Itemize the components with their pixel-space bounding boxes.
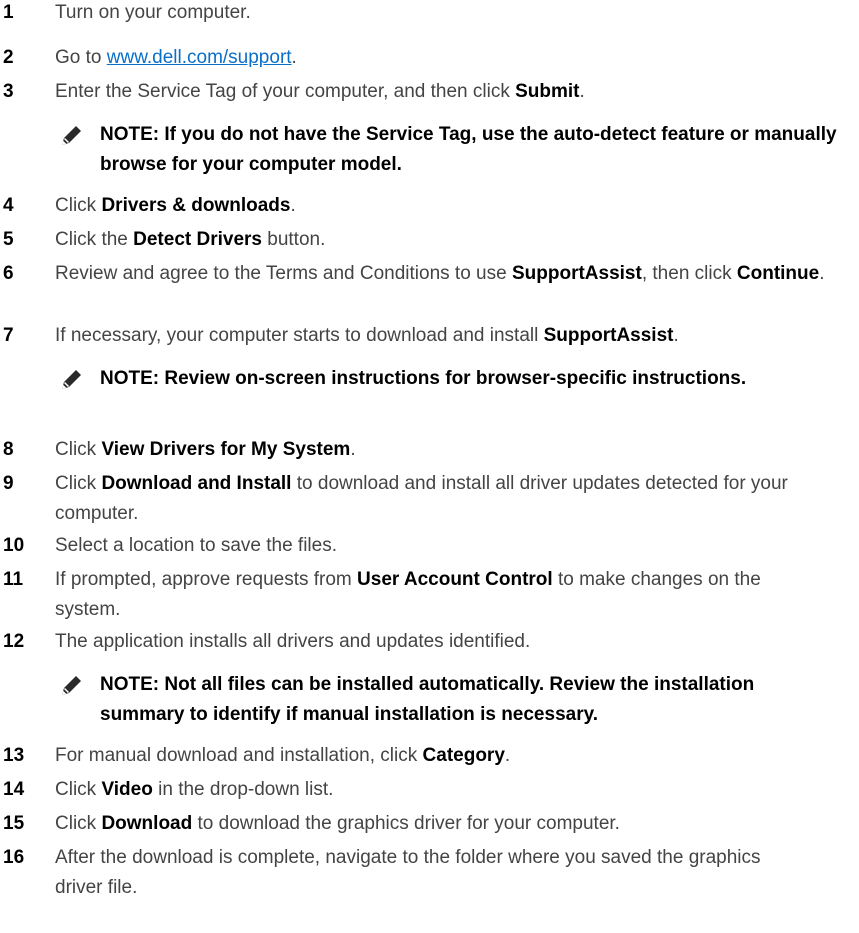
step-text-run: . <box>290 195 296 216</box>
note-pencil-icon <box>62 126 81 145</box>
step-text-run: Review and agree to the Terms and Condit… <box>55 263 512 284</box>
step-text-run: Select a location to save the files. <box>55 535 337 556</box>
ui-term: Submit <box>515 81 580 102</box>
step-text-run: Click <box>55 473 102 494</box>
step-text: Go to www.dell.com/support. <box>55 43 839 73</box>
ui-term: Detect Drivers <box>133 229 262 250</box>
step-text-run: Go to <box>55 47 107 68</box>
step-text-run: For manual download and installation, cl… <box>55 745 423 766</box>
note-pencil-icon <box>62 370 81 389</box>
step-text: After the download is complete, navigate… <box>55 843 789 903</box>
step-text-run: Click <box>55 779 102 800</box>
step-text: For manual download and installation, cl… <box>55 741 839 771</box>
step-text: Enter the Service Tag of your computer, … <box>55 77 839 107</box>
note-text: NOTE: Review on-screen instructions for … <box>100 368 747 389</box>
step-text: Click the Detect Drivers button. <box>55 225 839 255</box>
step-text-run: . <box>504 745 511 766</box>
step-text-run: . <box>291 47 297 68</box>
step-number: 15 <box>3 813 25 834</box>
step-number: 8 <box>3 439 14 460</box>
step-text-run: After the download is complete, navigate… <box>55 847 761 898</box>
ui-term: Download and Install <box>101 473 292 494</box>
ui-term: Continue <box>736 263 820 284</box>
note-text: NOTE: Not all files can be installed aut… <box>100 674 755 725</box>
instructions-page: 1 Turn on your computer. 2 Go to www.del… <box>0 0 859 933</box>
step-text-run: , then click <box>641 263 737 284</box>
ui-term: SupportAssist <box>543 325 674 346</box>
step-number: 13 <box>3 745 25 766</box>
step-number: 3 <box>3 81 14 102</box>
step-number: 14 <box>3 779 25 800</box>
step-number: 9 <box>3 473 14 494</box>
note-text: NOTE: If you do not have the Service Tag… <box>100 124 837 175</box>
step-text-run: The application installs all drivers and… <box>55 631 531 652</box>
ui-term: Download <box>101 813 193 834</box>
step-text-run: Turn on your computer. <box>55 2 251 23</box>
step-text-run: Enter the Service Tag of your computer, … <box>55 81 516 102</box>
step-text-run: . <box>673 325 679 346</box>
step-text-run: If necessary, your computer starts to do… <box>55 325 544 346</box>
step-text-run: . <box>819 263 825 284</box>
step-text-run: in the drop-down list. <box>152 779 334 800</box>
step-text: If prompted, approve requests from User … <box>55 565 829 625</box>
step-number: 1 <box>3 2 14 23</box>
step-number: 10 <box>3 535 25 556</box>
step-number: 5 <box>3 229 14 250</box>
step-text-run: Click the <box>55 229 134 250</box>
step-number: 7 <box>3 325 14 346</box>
step-text-run: Click <box>55 439 102 460</box>
step-text: Turn on your computer. <box>55 0 839 28</box>
ui-term: SupportAssist <box>511 263 642 284</box>
step-number: 11 <box>3 569 24 590</box>
support-link[interactable]: www.dell.com/support <box>107 47 292 68</box>
ui-term: Video <box>101 779 153 800</box>
step-text: The application installs all drivers and… <box>55 627 839 657</box>
ui-term: Category <box>422 745 505 766</box>
step-text-run: . <box>579 81 585 102</box>
step-text: Click View Drivers for My System. <box>55 435 839 465</box>
step-number: 16 <box>3 847 25 868</box>
step-text-run: . <box>350 439 356 460</box>
step-text-run: If prompted, approve requests from <box>55 569 358 590</box>
step-text-run: Click <box>55 195 102 216</box>
ui-term: View Drivers for My System <box>101 439 351 460</box>
step-text-run: Click <box>55 813 102 834</box>
step-number: 6 <box>3 263 14 284</box>
ui-term: User Account Control <box>357 569 553 590</box>
step-text-run: button. <box>261 229 326 250</box>
step-text: Click Drivers & downloads. <box>55 191 839 221</box>
step-number: 2 <box>3 47 14 68</box>
step-text: Click Video in the drop-down list. <box>55 775 839 805</box>
step-text: Review and agree to the Terms and Condit… <box>55 259 839 289</box>
ui-term: Drivers & downloads <box>101 195 291 216</box>
step-text-run: to download the graphics driver for your… <box>192 813 620 834</box>
step-text: If necessary, your computer starts to do… <box>55 321 839 351</box>
step-number: 4 <box>3 195 14 216</box>
step-number: 12 <box>3 631 25 652</box>
step-text: Click Download and Install to download a… <box>55 469 809 529</box>
step-text: Click Download to download the graphics … <box>55 809 839 839</box>
step-text: Select a location to save the files. <box>55 531 839 561</box>
note-pencil-icon <box>62 676 81 695</box>
